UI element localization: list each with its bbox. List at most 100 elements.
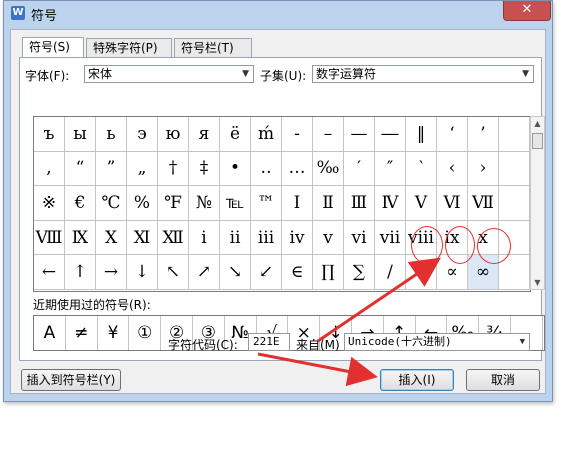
symbol-cell[interactable]: ′ [344,151,375,187]
symbol-cell[interactable]: ю [158,117,189,152]
symbol-cell[interactable]: э [127,117,158,152]
symbol-cell[interactable]: , [34,151,65,187]
recent-symbol-cell[interactable]: A [34,316,66,350]
symbol-cell[interactable]: ы [65,117,96,152]
symbol-cell[interactable]: › [468,151,499,187]
symbol-cell[interactable]: ※ [34,186,65,221]
symbol-cell[interactable]: Ⅺ [127,220,158,256]
symbol-cell[interactable]: ″ [375,151,406,187]
symbol-cell[interactable]: ∞ [468,255,499,290]
recent-symbol-cell[interactable]: ① [129,316,162,350]
symbol-cell[interactable]: ↖ [158,255,189,290]
symbol-cell[interactable] [499,220,530,256]
symbol-cell[interactable]: Ⅶ [468,186,499,221]
tab-symbols[interactable]: 符号(S) [22,37,84,58]
symbol-cell[interactable]: № [189,186,220,221]
symbol-cell[interactable]: – [313,117,344,152]
symbol-cell[interactable]: † [158,151,189,187]
symbol-cell[interactable]: ⅸ [437,220,468,256]
char-code-input[interactable]: 221E [248,333,290,351]
symbol-cell[interactable]: ← [34,255,65,290]
symbol-cell[interactable]: ⅹ [468,220,499,256]
symbol-cell[interactable]: % [127,186,158,221]
symbol-cell[interactable]: Ⅻ [158,220,189,256]
symbol-cell[interactable]: ё [220,117,251,152]
symbol-cell[interactable]: Ⅳ [375,186,406,221]
symbol-cell[interactable]: ℉ [158,186,189,221]
symbol-cell[interactable]: ⅷ [406,220,437,256]
symbol-cell[interactable]: ⅴ [313,220,344,256]
symbol-cell[interactable]: • [220,151,251,187]
symbol-cell[interactable]: € [65,186,96,221]
symbol-cell[interactable]: ↘ [220,255,251,290]
symbol-cell[interactable]: я [189,117,220,152]
scroll-up-arrow-icon[interactable]: ▲ [531,117,544,130]
symbol-cell[interactable]: ⅶ [375,220,406,256]
symbol-cell[interactable]: ḿ [251,117,282,152]
symbol-cell[interactable] [499,117,530,152]
symbol-cell[interactable]: „ [127,151,158,187]
symbol-cell[interactable]: ‖ [406,117,437,152]
title-bar[interactable]: W 符号 ✕ [4,1,552,27]
symbol-cell[interactable]: Ⅴ [406,186,437,221]
symbol-cell[interactable]: ∕ [375,255,406,290]
insert-button[interactable]: 插入(I) [380,369,454,391]
symbol-cell[interactable]: ℡ [220,186,251,221]
insert-to-symbol-bar-button[interactable]: 插入到符号栏(Y) [21,369,121,391]
symbol-cell[interactable]: ∝ [437,255,468,290]
encoding-select[interactable]: Unicode(十六进制) ▼ [344,333,530,351]
cancel-button[interactable]: 取消 [466,369,540,391]
symbol-cell[interactable]: ⅵ [344,220,375,256]
symbol-cell[interactable]: ъ [34,117,65,152]
symbol-cell[interactable] [499,151,530,187]
symbol-cell[interactable] [499,255,530,290]
symbol-cell[interactable]: ⅳ [282,220,313,256]
symbol-cell[interactable]: Ⅹ [96,220,127,256]
close-button[interactable]: ✕ [503,1,551,21]
symbol-cell[interactable]: ь [96,117,127,152]
symbol-cell[interactable]: — [344,117,375,152]
symbol-cell[interactable]: ‰ [313,151,344,187]
tab-symbol-bar[interactable]: 符号栏(T) [174,38,252,57]
symbol-cell[interactable]: Ⅵ [437,186,468,221]
symbol-cell[interactable]: … [282,151,313,187]
symbol-cell[interactable]: ⅱ [220,220,251,256]
recent-symbol-cell[interactable]: ¥ [98,316,130,350]
symbol-cell[interactable]: - [282,117,313,152]
symbol-cell[interactable]: Ⅸ [65,220,96,256]
symbol-cell[interactable]: ℃ [96,186,127,221]
symbol-cell[interactable]: ⅰ [189,220,220,256]
symbol-cell[interactable]: ‡ [189,151,220,187]
symbol-cell[interactable]: ∈ [282,255,313,290]
symbol-cell[interactable]: √ [406,255,437,290]
symbol-cell[interactable]: ↓ [127,255,158,290]
subset-select[interactable]: 数字运算符 ▼ [312,65,534,83]
symbol-cell[interactable]: ↑ [65,255,96,290]
scroll-down-arrow-icon[interactable]: ▼ [531,276,544,289]
recent-symbol-cell[interactable]: ≠ [66,316,98,350]
tab-special-chars[interactable]: 特殊字符(P) [86,38,172,57]
symbol-cell[interactable]: “ [65,151,96,187]
scroll-thumb[interactable] [532,133,543,149]
symbol-cell[interactable]: ‥ [251,151,282,187]
symbol-cell[interactable]: ↙ [251,255,282,290]
symbol-cell[interactable]: ‘ [437,117,468,152]
symbol-cell[interactable]: ™ [251,186,282,221]
symbol-cell[interactable]: ⅲ [251,220,282,256]
symbol-cell[interactable]: Ⅷ [34,220,65,256]
symbol-cell[interactable]: → [96,255,127,290]
symbol-cell[interactable]: ↗ [189,255,220,290]
symbol-cell[interactable]: ― [375,117,406,152]
symbol-cell[interactable]: Ⅲ [344,186,375,221]
symbol-grid-scrollbar[interactable]: ▲ ▼ [530,116,545,290]
symbol-cell[interactable]: ’ [468,117,499,152]
symbol-cell[interactable]: ” [96,151,127,187]
symbol-cell[interactable]: ‵ [406,151,437,187]
symbol-cell[interactable] [499,186,530,221]
symbol-cell[interactable]: ‹ [437,151,468,187]
symbol-cell[interactable]: Ⅱ [313,186,344,221]
symbol-cell[interactable]: Ⅰ [282,186,313,221]
font-select[interactable]: 宋体 ▼ [84,65,254,83]
symbol-cell[interactable]: ∏ [313,255,344,290]
symbol-cell[interactable]: ∑ [344,255,375,290]
